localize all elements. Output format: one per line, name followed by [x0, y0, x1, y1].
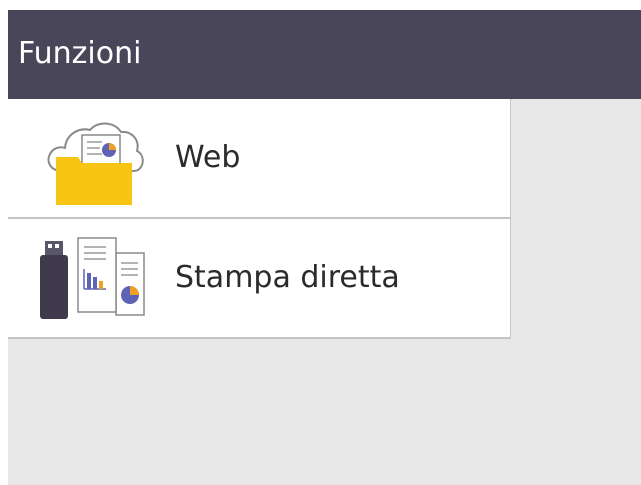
menu-item-direct-print[interactable]: Stampa diretta	[8, 219, 510, 339]
header-bar: Funzioni	[8, 10, 641, 99]
page-title: Funzioni	[18, 36, 142, 71]
menu-item-label: Stampa diretta	[175, 260, 400, 295]
web-cloud-folder-icon	[40, 113, 150, 205]
functions-menu: Web Stampa diretta	[8, 99, 511, 339]
menu-item-web[interactable]: Web	[8, 99, 510, 219]
screen: Funzioni Web Stampa diretta	[8, 10, 641, 485]
usb-direct-print-icon	[40, 233, 150, 325]
menu-item-label: Web	[175, 140, 241, 175]
